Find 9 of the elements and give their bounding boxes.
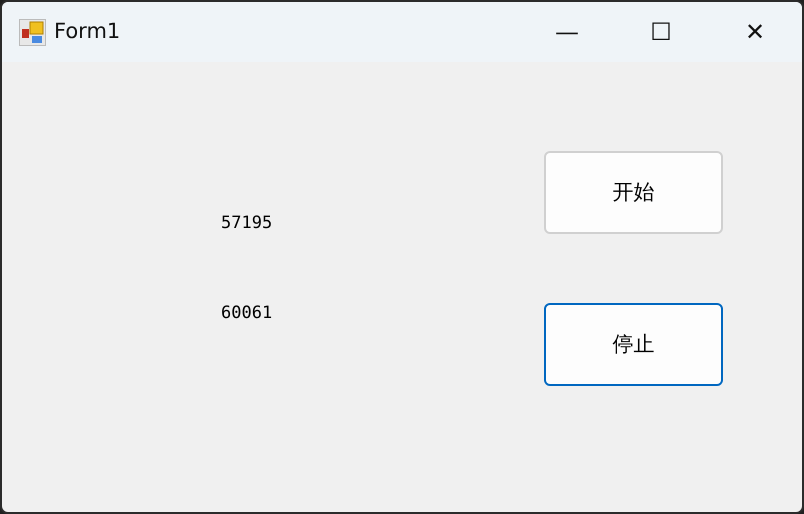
app-icon	[19, 18, 46, 46]
window-title: Form1	[54, 18, 120, 46]
minimize-button[interactable]: —	[520, 2, 614, 62]
stop-button[interactable]: 停止	[544, 303, 723, 386]
maximize-button[interactable]: ☐	[614, 2, 708, 62]
number-label: 60061	[221, 304, 274, 322]
close-button[interactable]: ✕	[708, 2, 802, 62]
start-button[interactable]: 开始	[544, 151, 723, 234]
number-label: 57195	[221, 214, 274, 232]
